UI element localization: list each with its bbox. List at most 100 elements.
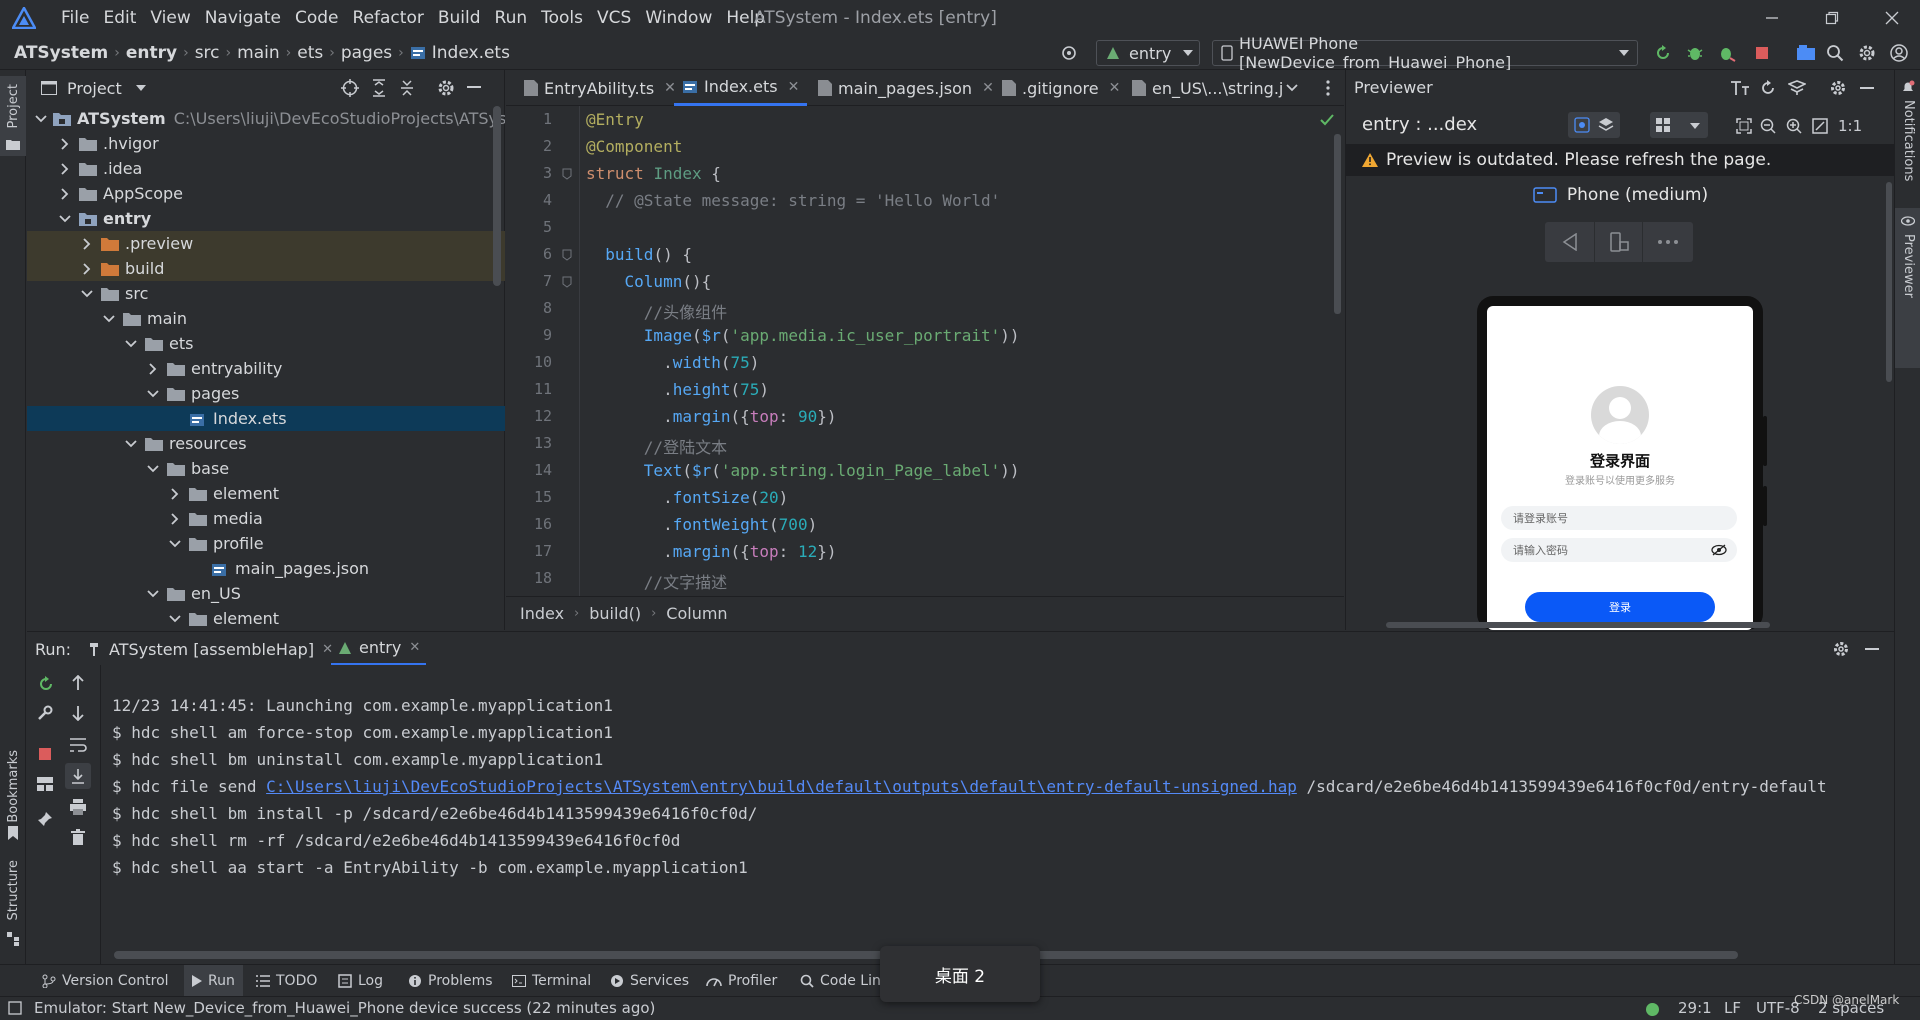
device-manager-icon[interactable] (1796, 44, 1816, 62)
cursor-position[interactable]: 29:1 (1678, 999, 1712, 1017)
crumb-ets[interactable]: ets (297, 43, 323, 63)
run-tab-entry[interactable]: entry ✕ (331, 632, 427, 666)
collapse-all-icon[interactable] (399, 79, 415, 97)
scroll-to-end-toggle[interactable] (65, 763, 91, 789)
chevron-down-icon[interactable] (135, 84, 146, 92)
chevron-down-icon[interactable] (145, 461, 161, 477)
menu-file[interactable]: File (54, 8, 96, 28)
chevron-down-icon[interactable] (123, 336, 139, 352)
wrench-icon[interactable] (37, 705, 53, 721)
stop-icon[interactable] (1754, 45, 1770, 61)
chevron-right-icon[interactable] (57, 186, 73, 202)
chevron-right-icon[interactable] (145, 361, 161, 377)
layout-icon[interactable] (37, 777, 53, 791)
run-config-select[interactable]: entry (1096, 40, 1200, 66)
actual-size-icon[interactable] (1812, 118, 1828, 134)
crumb-src[interactable]: src (195, 43, 220, 63)
previewer-tool-button[interactable]: Previewer (1895, 208, 1920, 368)
crumb-pages[interactable]: pages (341, 43, 392, 63)
tree-item[interactable]: src (27, 281, 505, 306)
scroll-down-icon[interactable] (71, 705, 85, 721)
toolwindow-todo[interactable]: TODO (256, 965, 317, 997)
close-window-button[interactable] (1864, 0, 1920, 36)
tree-item[interactable]: AppScope (27, 181, 505, 206)
preview-v-scrollbar[interactable] (1886, 182, 1892, 382)
crumb-file[interactable]: Index.ets (432, 43, 510, 63)
tree-item[interactable]: entry (27, 206, 505, 231)
toolwindow-problems[interactable]: Problems (408, 965, 493, 997)
run-console[interactable]: 12/23 14:41:45: Launching com.example.my… (102, 665, 1894, 965)
restore-button[interactable] (1804, 0, 1860, 36)
tab-list-chevron-icon[interactable] (1286, 84, 1298, 92)
fold-marker-icon[interactable] (562, 249, 572, 261)
eye-off-icon[interactable] (1711, 544, 1727, 556)
hap-file-link[interactable]: C:\Users\liuji\DevEcoStudioProjects\ATSy… (266, 777, 1297, 796)
chevron-right-icon[interactable] (167, 486, 183, 502)
previewer-gear-icon[interactable] (1830, 80, 1846, 96)
pin-icon[interactable] (37, 811, 53, 827)
debug-icon[interactable] (1686, 44, 1704, 62)
close-tab-icon[interactable]: ✕ (1109, 80, 1121, 96)
back-triangle-icon[interactable] (1545, 222, 1594, 262)
rerun-icon[interactable] (37, 675, 55, 693)
more-vertical-icon[interactable] (1326, 80, 1330, 96)
minimize-button[interactable] (1744, 0, 1800, 36)
menu-vcs[interactable]: VCS (590, 8, 638, 28)
tab-entryability[interactable]: EntryAbility.ts ✕ (516, 70, 684, 106)
code-editor[interactable]: 1 2 3 4 5 6 7 8 9 10 11 12 13 14 15 16 17 18 @Entry @Comp… (506, 106, 1344, 596)
one-to-one-icon[interactable]: 1:1 (1838, 117, 1862, 135)
search-icon[interactable] (1826, 44, 1844, 62)
crumb-column[interactable]: Column (666, 604, 727, 623)
tree-item[interactable]: .hvigor (27, 131, 505, 156)
stop-icon[interactable] (38, 747, 52, 761)
tree-item[interactable]: .idea (27, 156, 505, 181)
crumb-project[interactable]: ATSystem (14, 43, 108, 63)
tree-item[interactable]: resources (27, 431, 505, 456)
crumb-index[interactable]: Index (520, 604, 564, 623)
chevron-right-icon[interactable] (79, 236, 95, 252)
status-toggle-icon[interactable] (8, 1001, 22, 1015)
tree-item[interactable]: build (27, 256, 505, 281)
password-input[interactable]: 请输入密码 (1501, 538, 1737, 562)
structure-tool-button[interactable]: Structure (0, 860, 26, 950)
toolwindow-run[interactable]: Run (184, 965, 243, 997)
tree-item[interactable]: entryability (27, 356, 505, 381)
locate-file-icon[interactable] (341, 79, 359, 97)
soft-wrap-icon[interactable] (69, 737, 87, 753)
tab-gitignore[interactable]: .gitignore ✕ (994, 70, 1128, 106)
live-preview-icon[interactable] (1574, 117, 1590, 133)
target-icon[interactable] (1060, 44, 1078, 62)
run-tab-assemble[interactable]: ATSystem [assembleHap] ✕ (89, 632, 333, 666)
tree-item[interactable]: Index.ets (27, 406, 505, 431)
account-icon[interactable] (1890, 44, 1908, 62)
chevron-down-icon[interactable] (123, 436, 139, 452)
chevron-down-icon[interactable] (79, 286, 95, 302)
hide-run-icon[interactable] (1865, 648, 1879, 652)
chevron-down-icon[interactable] (35, 111, 47, 127)
hide-panel-icon[interactable] (467, 86, 481, 90)
tree-item[interactable]: main_pages.json (27, 556, 505, 581)
hide-previewer-icon[interactable] (1860, 87, 1874, 91)
tree-item[interactable]: ets (27, 331, 505, 356)
chevron-down-icon[interactable] (101, 311, 117, 327)
chevron-down-icon[interactable] (167, 536, 183, 552)
bookmarks-tool-button[interactable]: Bookmarks (0, 750, 26, 840)
fit-screen-icon[interactable] (1736, 118, 1752, 134)
chevron-right-icon[interactable] (79, 261, 95, 277)
text-style-icon[interactable] (1730, 80, 1750, 96)
status-ok-indicator[interactable] (1646, 1003, 1659, 1016)
chevron-down-icon[interactable] (145, 586, 161, 602)
tab-string-json[interactable]: en_US\...\string.j (1124, 70, 1291, 106)
inspection-ok-icon[interactable] (1320, 114, 1334, 126)
more-horizontal-icon[interactable] (1643, 222, 1692, 262)
refresh-icon[interactable] (1760, 80, 1776, 96)
project-tool-button[interactable]: Project (0, 76, 26, 156)
run-settings-gear-icon[interactable] (1833, 641, 1849, 657)
tree-item[interactable]: media (27, 506, 505, 531)
menu-code[interactable]: Code (288, 8, 346, 28)
toolwindow-log[interactable]: Log (338, 965, 383, 997)
menu-window[interactable]: Window (638, 8, 719, 28)
tab-main-pages-json[interactable]: main_pages.json ✕ (810, 70, 1002, 106)
fold-marker-icon[interactable] (562, 276, 572, 288)
tree-item[interactable]: ATSystem C:\Users\liuji\DevEcoStudioProje… (27, 106, 505, 131)
